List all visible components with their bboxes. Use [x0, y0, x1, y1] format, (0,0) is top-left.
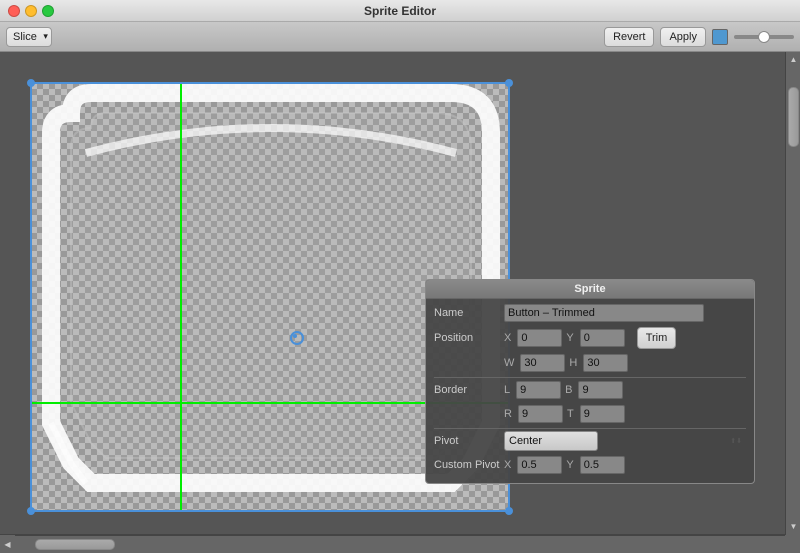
handle-bottom-left[interactable] [27, 507, 35, 515]
traffic-lights [8, 5, 54, 17]
border-b-input[interactable] [578, 381, 623, 399]
border-row-1: Border L B [434, 380, 746, 400]
window-title: Sprite Editor [364, 4, 436, 18]
title-bar: Sprite Editor [0, 0, 800, 22]
position-row: Position X Y Trim [434, 327, 746, 349]
border-l-input[interactable] [516, 381, 561, 399]
handle-bottom-right[interactable] [505, 507, 513, 515]
custom-pivot-row: Custom Pivot X Y [434, 455, 746, 475]
slice-dropdown[interactable]: Slice [6, 27, 52, 47]
revert-button[interactable]: Revert [604, 27, 654, 47]
position-fields: X Y Trim [504, 327, 746, 349]
custom-pivot-x-input[interactable] [517, 456, 562, 474]
scrollbar-horizontal[interactable]: ◀ ▶ [0, 535, 800, 553]
pivot-row: Pivot Center TopLeft TopCenter TopRight … [434, 431, 746, 451]
handle-top-right[interactable] [505, 79, 513, 87]
main-area: Sprite Name Position X Y [0, 52, 800, 534]
zoom-slider-container [734, 35, 794, 39]
y-label: Y [566, 332, 573, 344]
wh-row: W H [434, 353, 746, 373]
border-fields-1: L B [504, 381, 746, 399]
name-row: Name [434, 303, 746, 323]
bottom-panel: ◀ ▶ [0, 534, 800, 552]
divider-1 [434, 377, 746, 378]
l-label: L [504, 384, 510, 396]
apply-button[interactable]: Apply [660, 27, 706, 47]
slice-line-vertical [180, 82, 182, 512]
trim-button[interactable]: Trim [637, 327, 677, 349]
border-fields-2: R T [504, 405, 746, 423]
close-button[interactable] [8, 5, 20, 17]
divider-2 [434, 428, 746, 429]
pivot-dot [289, 330, 301, 342]
name-input[interactable] [504, 304, 704, 322]
scrollbar-vertical[interactable]: ▲ ▼ [785, 52, 800, 534]
scroll-thumb-vertical[interactable] [788, 87, 799, 147]
name-label: Name [434, 307, 504, 319]
cx-label: X [504, 459, 511, 471]
position-x-input[interactable] [517, 329, 562, 347]
scroll-up-arrow[interactable]: ▲ [786, 52, 800, 67]
height-input[interactable] [583, 354, 628, 372]
color-swatch[interactable] [712, 29, 728, 45]
custom-pivot-label: Custom Pivot [434, 459, 504, 471]
cy-label: Y [566, 459, 573, 471]
border-r-input[interactable] [518, 405, 563, 423]
canvas-area[interactable]: Sprite Name Position X Y [0, 52, 785, 534]
scroll-track-vertical[interactable] [786, 67, 800, 549]
pivot-select-wrapper: Center TopLeft TopCenter TopRight LeftCe… [504, 431, 746, 451]
width-input[interactable] [520, 354, 565, 372]
wh-fields: W H [504, 354, 746, 372]
slider-thumb [758, 31, 770, 43]
w-label: W [504, 357, 514, 369]
props-header: Sprite [426, 280, 754, 299]
custom-pivot-y-input[interactable] [580, 456, 625, 474]
toolbar: Slice Revert Apply [0, 22, 800, 52]
name-fields [504, 304, 746, 322]
scroll-down-arrow[interactable]: ▼ [786, 519, 800, 534]
border-label: Border [434, 384, 504, 396]
scroll-thumb-horizontal[interactable] [35, 539, 115, 550]
props-body: Name Position X Y Trim [426, 299, 754, 483]
pivot-fields: Center TopLeft TopCenter TopRight LeftCe… [504, 431, 746, 451]
maximize-button[interactable] [42, 5, 54, 17]
position-label: Position [434, 332, 504, 344]
r-label: R [504, 408, 512, 420]
properties-panel: Sprite Name Position X Y [425, 279, 755, 484]
pivot-label: Pivot [434, 435, 504, 447]
zoom-slider[interactable] [734, 35, 794, 39]
t-label: T [567, 408, 574, 420]
position-y-input[interactable] [580, 329, 625, 347]
border-row-2: R T [434, 404, 746, 424]
b-label: B [565, 384, 572, 396]
x-label: X [504, 332, 511, 344]
scroll-left-arrow[interactable]: ◀ [0, 535, 15, 553]
minimize-button[interactable] [25, 5, 37, 17]
pivot-select[interactable]: Center TopLeft TopCenter TopRight LeftCe… [504, 431, 598, 451]
custom-pivot-fields: X Y [504, 456, 746, 474]
border-t-input[interactable] [580, 405, 625, 423]
h-label: H [569, 357, 577, 369]
handle-top-left[interactable] [27, 79, 35, 87]
toolbar-right: Revert Apply [604, 27, 794, 47]
